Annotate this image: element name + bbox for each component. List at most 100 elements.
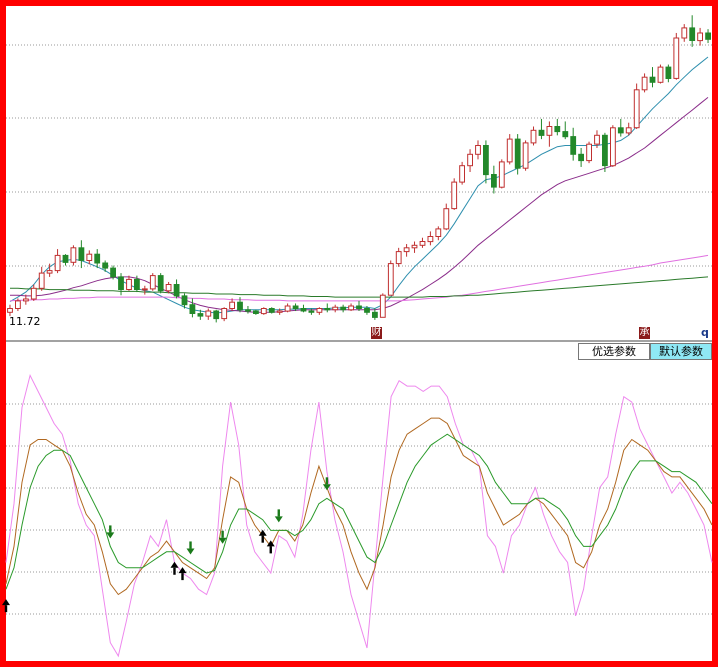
candle	[649, 67, 656, 88]
default-params-button[interactable]: 默认参数	[650, 343, 712, 360]
candle	[522, 140, 529, 171]
candle	[681, 24, 688, 42]
price-candles	[7, 15, 712, 323]
candle-body	[427, 236, 434, 243]
candle	[530, 126, 537, 146]
candle	[268, 307, 275, 314]
candle-body	[617, 127, 624, 134]
price-low-label: 11.72	[9, 315, 41, 328]
candle-body	[403, 247, 410, 253]
candle	[467, 149, 474, 172]
candle	[173, 279, 180, 299]
candle	[665, 64, 672, 83]
candle-body	[23, 298, 29, 302]
candle-body	[197, 313, 204, 317]
candle	[657, 64, 664, 84]
candle-body	[205, 310, 212, 317]
candle	[443, 203, 450, 231]
candle	[514, 134, 521, 175]
candle	[427, 231, 434, 246]
candle	[506, 134, 513, 165]
candle-body	[253, 310, 259, 314]
candle-body	[340, 306, 347, 311]
indicator-arrows	[2, 477, 331, 613]
sell-arrow-shaft	[109, 525, 112, 533]
ma-line	[10, 97, 709, 313]
candle-body	[522, 142, 529, 169]
candle	[300, 304, 307, 313]
candle-body	[372, 311, 378, 318]
candle-body	[229, 301, 235, 310]
candle-body	[213, 310, 220, 320]
buy-arrow-shaft	[181, 573, 184, 581]
candle	[149, 273, 156, 291]
candle-body	[78, 247, 85, 261]
candle	[70, 245, 77, 266]
candle-body	[443, 208, 450, 230]
candle	[78, 240, 85, 269]
candle-body	[530, 129, 537, 144]
candle	[157, 273, 164, 294]
candle-body	[46, 270, 53, 274]
candle	[617, 118, 624, 137]
candle-body	[483, 145, 489, 176]
buy-arrow-shaft	[269, 546, 272, 554]
candle	[213, 309, 220, 323]
buy-arrow-shaft	[261, 535, 264, 543]
candle-body	[514, 138, 521, 169]
buy-arrow-icon	[170, 561, 179, 575]
candle-body	[316, 308, 323, 313]
candle-body	[70, 247, 77, 263]
indicator-line	[5, 417, 713, 596]
sell-arrow-icon	[274, 509, 283, 523]
candle	[348, 303, 355, 312]
candle-body	[332, 306, 339, 311]
candle	[38, 266, 45, 291]
sell-arrow-icon	[186, 541, 195, 555]
candle-body	[189, 304, 196, 315]
candle	[475, 140, 481, 160]
candle-body	[594, 134, 600, 145]
candle-body	[356, 305, 362, 309]
candle-body	[126, 278, 132, 290]
sell-arrow-head	[186, 548, 195, 555]
candle	[316, 307, 323, 315]
candle	[554, 118, 561, 136]
sell-arrow-shaft	[221, 530, 224, 538]
candle-body	[134, 278, 140, 290]
event-marker-cai[interactable]: 财	[371, 327, 382, 339]
candle-body	[245, 309, 251, 312]
candle-body	[276, 310, 283, 313]
q-label[interactable]: q	[701, 326, 709, 339]
candle-body	[324, 308, 331, 311]
candle-body	[562, 131, 569, 138]
candle	[459, 161, 466, 185]
candle	[260, 307, 267, 315]
candle-body	[705, 32, 712, 40]
candle	[86, 250, 93, 265]
sell-arrow-shaft	[325, 477, 329, 485]
candle-body	[38, 272, 45, 289]
candle	[633, 83, 640, 130]
event-marker-cheng[interactable]: 承	[639, 327, 650, 339]
candle-body	[364, 308, 370, 313]
ma-line	[10, 276, 709, 298]
candle-body	[491, 174, 497, 188]
candle-body	[554, 126, 561, 133]
candle-body	[308, 310, 315, 313]
optimal-params-button[interactable]: 优选参数	[578, 343, 650, 360]
candle-body	[467, 153, 474, 167]
candle	[586, 141, 593, 164]
candle-body	[602, 134, 608, 167]
candle	[641, 73, 648, 93]
buy-arrow-shaft	[4, 605, 8, 613]
candle-body	[673, 37, 680, 79]
candle	[379, 293, 386, 318]
candle-body	[625, 127, 632, 134]
candle	[403, 244, 410, 257]
candle	[189, 298, 196, 318]
candle	[570, 127, 577, 161]
candle-body	[506, 138, 513, 163]
candle-body	[173, 284, 180, 297]
candle-body	[610, 127, 616, 167]
